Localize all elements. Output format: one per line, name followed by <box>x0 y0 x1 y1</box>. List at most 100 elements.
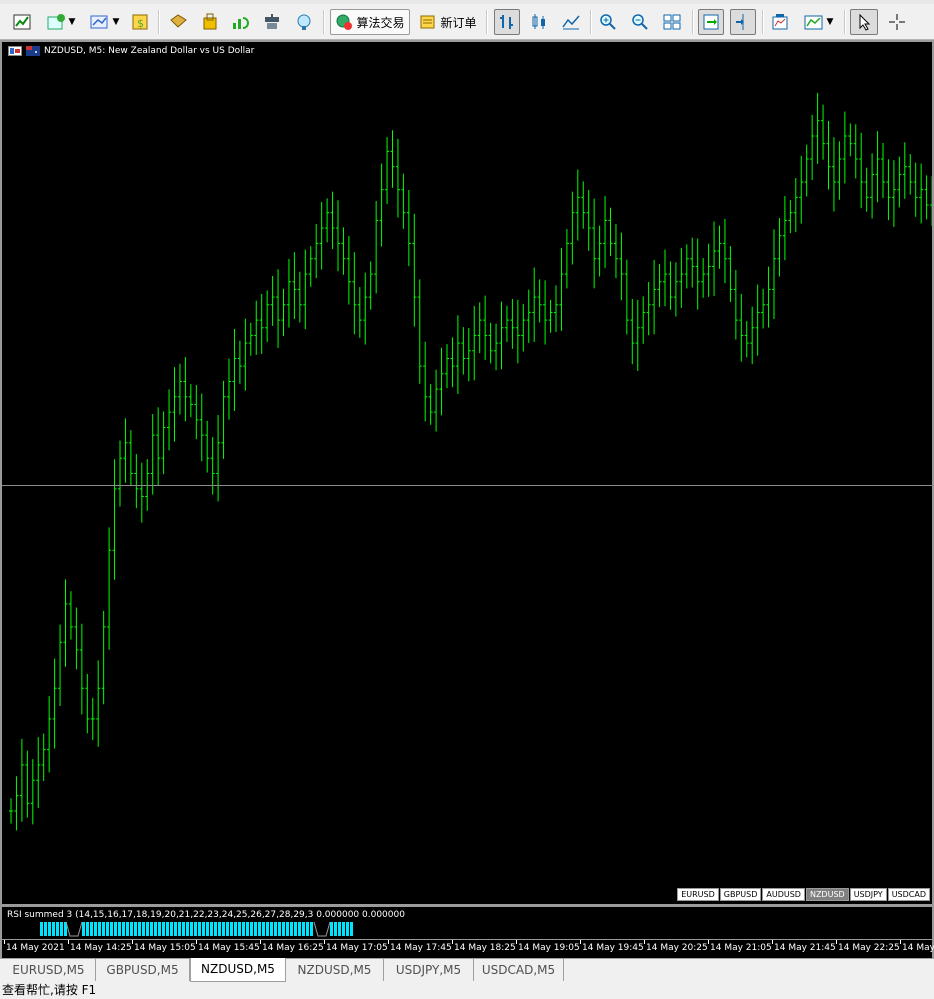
indicator-bar <box>182 922 185 936</box>
ohlc-bar <box>924 175 929 220</box>
indicator-bar <box>266 922 269 936</box>
ohlc-bar <box>9 798 13 824</box>
indicator-bar <box>214 922 217 936</box>
ohlc-bar <box>799 155 804 224</box>
ohlc-bar <box>537 279 542 323</box>
ohlc-bar <box>461 327 466 375</box>
chart-tab-nzdusd-m5[interactable]: NZDUSD,M5 <box>286 959 384 981</box>
chart-window[interactable]: NZDUSD, M5: New Zealand Dollar vs US Dol… <box>0 40 934 958</box>
ohlc-bar <box>695 238 700 310</box>
signals-icon[interactable] <box>260 9 284 35</box>
strategy-tester-icon[interactable] <box>228 9 252 35</box>
ohlc-bar <box>41 733 46 781</box>
tile-windows-icon[interactable] <box>660 9 684 35</box>
navigator-icon[interactable] <box>166 9 190 35</box>
indicator-bar <box>146 922 149 936</box>
terminal-icon[interactable] <box>198 9 222 35</box>
new-order-button[interactable]: 新订单 <box>414 9 482 35</box>
symbol-tab-nzdusd[interactable]: NZDUSD <box>805 888 849 901</box>
ohlc-bar <box>368 261 373 310</box>
chart-shift-icon[interactable] <box>730 9 756 35</box>
indicator-bar <box>194 922 197 936</box>
bar-chart-icon[interactable] <box>494 9 520 35</box>
ohlc-bar <box>96 660 101 747</box>
chart-tab-gbpusd-m5[interactable]: GBPUSD,M5 <box>96 959 190 981</box>
ohlc-bar <box>85 673 90 734</box>
indicator-bar <box>126 922 129 936</box>
chart-tab-nzdusd-m5[interactable]: NZDUSD,M5 <box>190 958 286 982</box>
ohlc-bar <box>515 299 520 364</box>
ohlc-bar <box>570 191 575 265</box>
ohlc-bar <box>297 271 302 323</box>
ohlc-bar <box>47 696 52 773</box>
new-chart-icon[interactable] <box>8 9 36 35</box>
indicator-bar <box>218 922 221 936</box>
ohlc-bar <box>619 232 624 301</box>
ohlc-bar <box>848 123 853 157</box>
ohlc-bar <box>891 160 896 227</box>
data-window-icon[interactable]: $ <box>128 9 152 35</box>
cursor-icon[interactable] <box>850 9 878 35</box>
time-label: 14 May 18:25 <box>454 943 516 953</box>
symbol-tab-usdcad[interactable]: USDCAD <box>887 888 930 901</box>
symbol-tab-eurusd[interactable]: EURUSD <box>677 888 719 901</box>
indicator-bar <box>122 922 125 936</box>
symbol-tab-usdjpy[interactable]: USDJPY <box>849 888 887 901</box>
zoom-in-icon[interactable] <box>596 9 620 35</box>
ohlc-bar <box>308 246 313 287</box>
ohlc-bar <box>90 697 95 741</box>
crosshair-icon[interactable] <box>884 9 910 35</box>
algo-trading-icon <box>336 14 353 30</box>
ohlc-bar <box>74 607 79 670</box>
chart-tab-usdjpy-m5[interactable]: USDJPY,M5 <box>384 959 474 981</box>
candlesticks-icon[interactable] <box>526 9 552 35</box>
time-label: 14 May 20:25 <box>646 943 708 953</box>
time-label: 14 May 16:25 <box>262 943 324 953</box>
ohlc-bar <box>755 284 760 356</box>
indicator-bar <box>262 922 265 936</box>
templates-icon[interactable]: ▼ <box>798 9 838 35</box>
ohlc-bar <box>603 195 608 268</box>
svg-text:$: $ <box>137 17 144 30</box>
ohlc-bar <box>793 177 798 233</box>
ohlc-bar <box>777 218 782 277</box>
indicator-bar <box>278 922 281 936</box>
ohlc-bar <box>488 322 493 364</box>
ohlc-bar <box>276 269 281 348</box>
chart-tab-eurusd-m5[interactable]: EURUSD,M5 <box>2 959 96 981</box>
auto-scroll-icon[interactable] <box>698 9 724 35</box>
line-chart-icon[interactable] <box>558 9 584 35</box>
ohlc-bar <box>477 302 482 354</box>
ohlc-bar <box>788 200 793 234</box>
indicator-bar <box>306 922 309 936</box>
ohlc-bar <box>554 285 558 332</box>
ohlc-bar <box>118 440 122 507</box>
time-tick <box>644 940 645 944</box>
vps-icon[interactable] <box>292 9 316 35</box>
indicator-bar <box>298 922 301 936</box>
algo-trading-button[interactable]: 算法交易 <box>330 9 410 35</box>
ohlc-bar <box>314 223 319 279</box>
new-order-label: 新订单 <box>440 15 477 30</box>
ohlc-bar <box>107 527 112 650</box>
ohlc-bar <box>728 246 733 303</box>
time-axis[interactable]: 14 May 2021 14 May 14:25 14 May 15:05 14 Ma… <box>2 939 934 959</box>
time-label: 14 May 15:45 <box>198 943 260 953</box>
market-watch-icon[interactable]: ▼ <box>84 9 124 35</box>
profiles-icon[interactable]: ▼ <box>40 9 80 35</box>
indicator-bar <box>130 922 133 936</box>
symbol-tab-audusd[interactable]: AUDUSD <box>762 888 805 901</box>
periods-icon[interactable] <box>768 9 792 35</box>
price-chart[interactable] <box>2 42 932 960</box>
ohlc-bar <box>564 229 569 289</box>
ohlc-bar <box>123 418 128 483</box>
chart-tab-usdcad-m5[interactable]: USDCAD,M5 <box>474 959 564 981</box>
zoom-out-icon[interactable] <box>628 9 652 35</box>
indicator-window-separator[interactable] <box>2 904 934 907</box>
ohlc-bar <box>352 252 357 335</box>
symbol-tab-gbpusd[interactable]: GBPUSD <box>719 888 762 901</box>
ohlc-bar <box>172 367 177 442</box>
status-bar: 查看帮忙,请按 F1 <box>0 982 934 999</box>
ohlc-bar <box>346 235 351 305</box>
ohlc-bar <box>439 347 444 416</box>
